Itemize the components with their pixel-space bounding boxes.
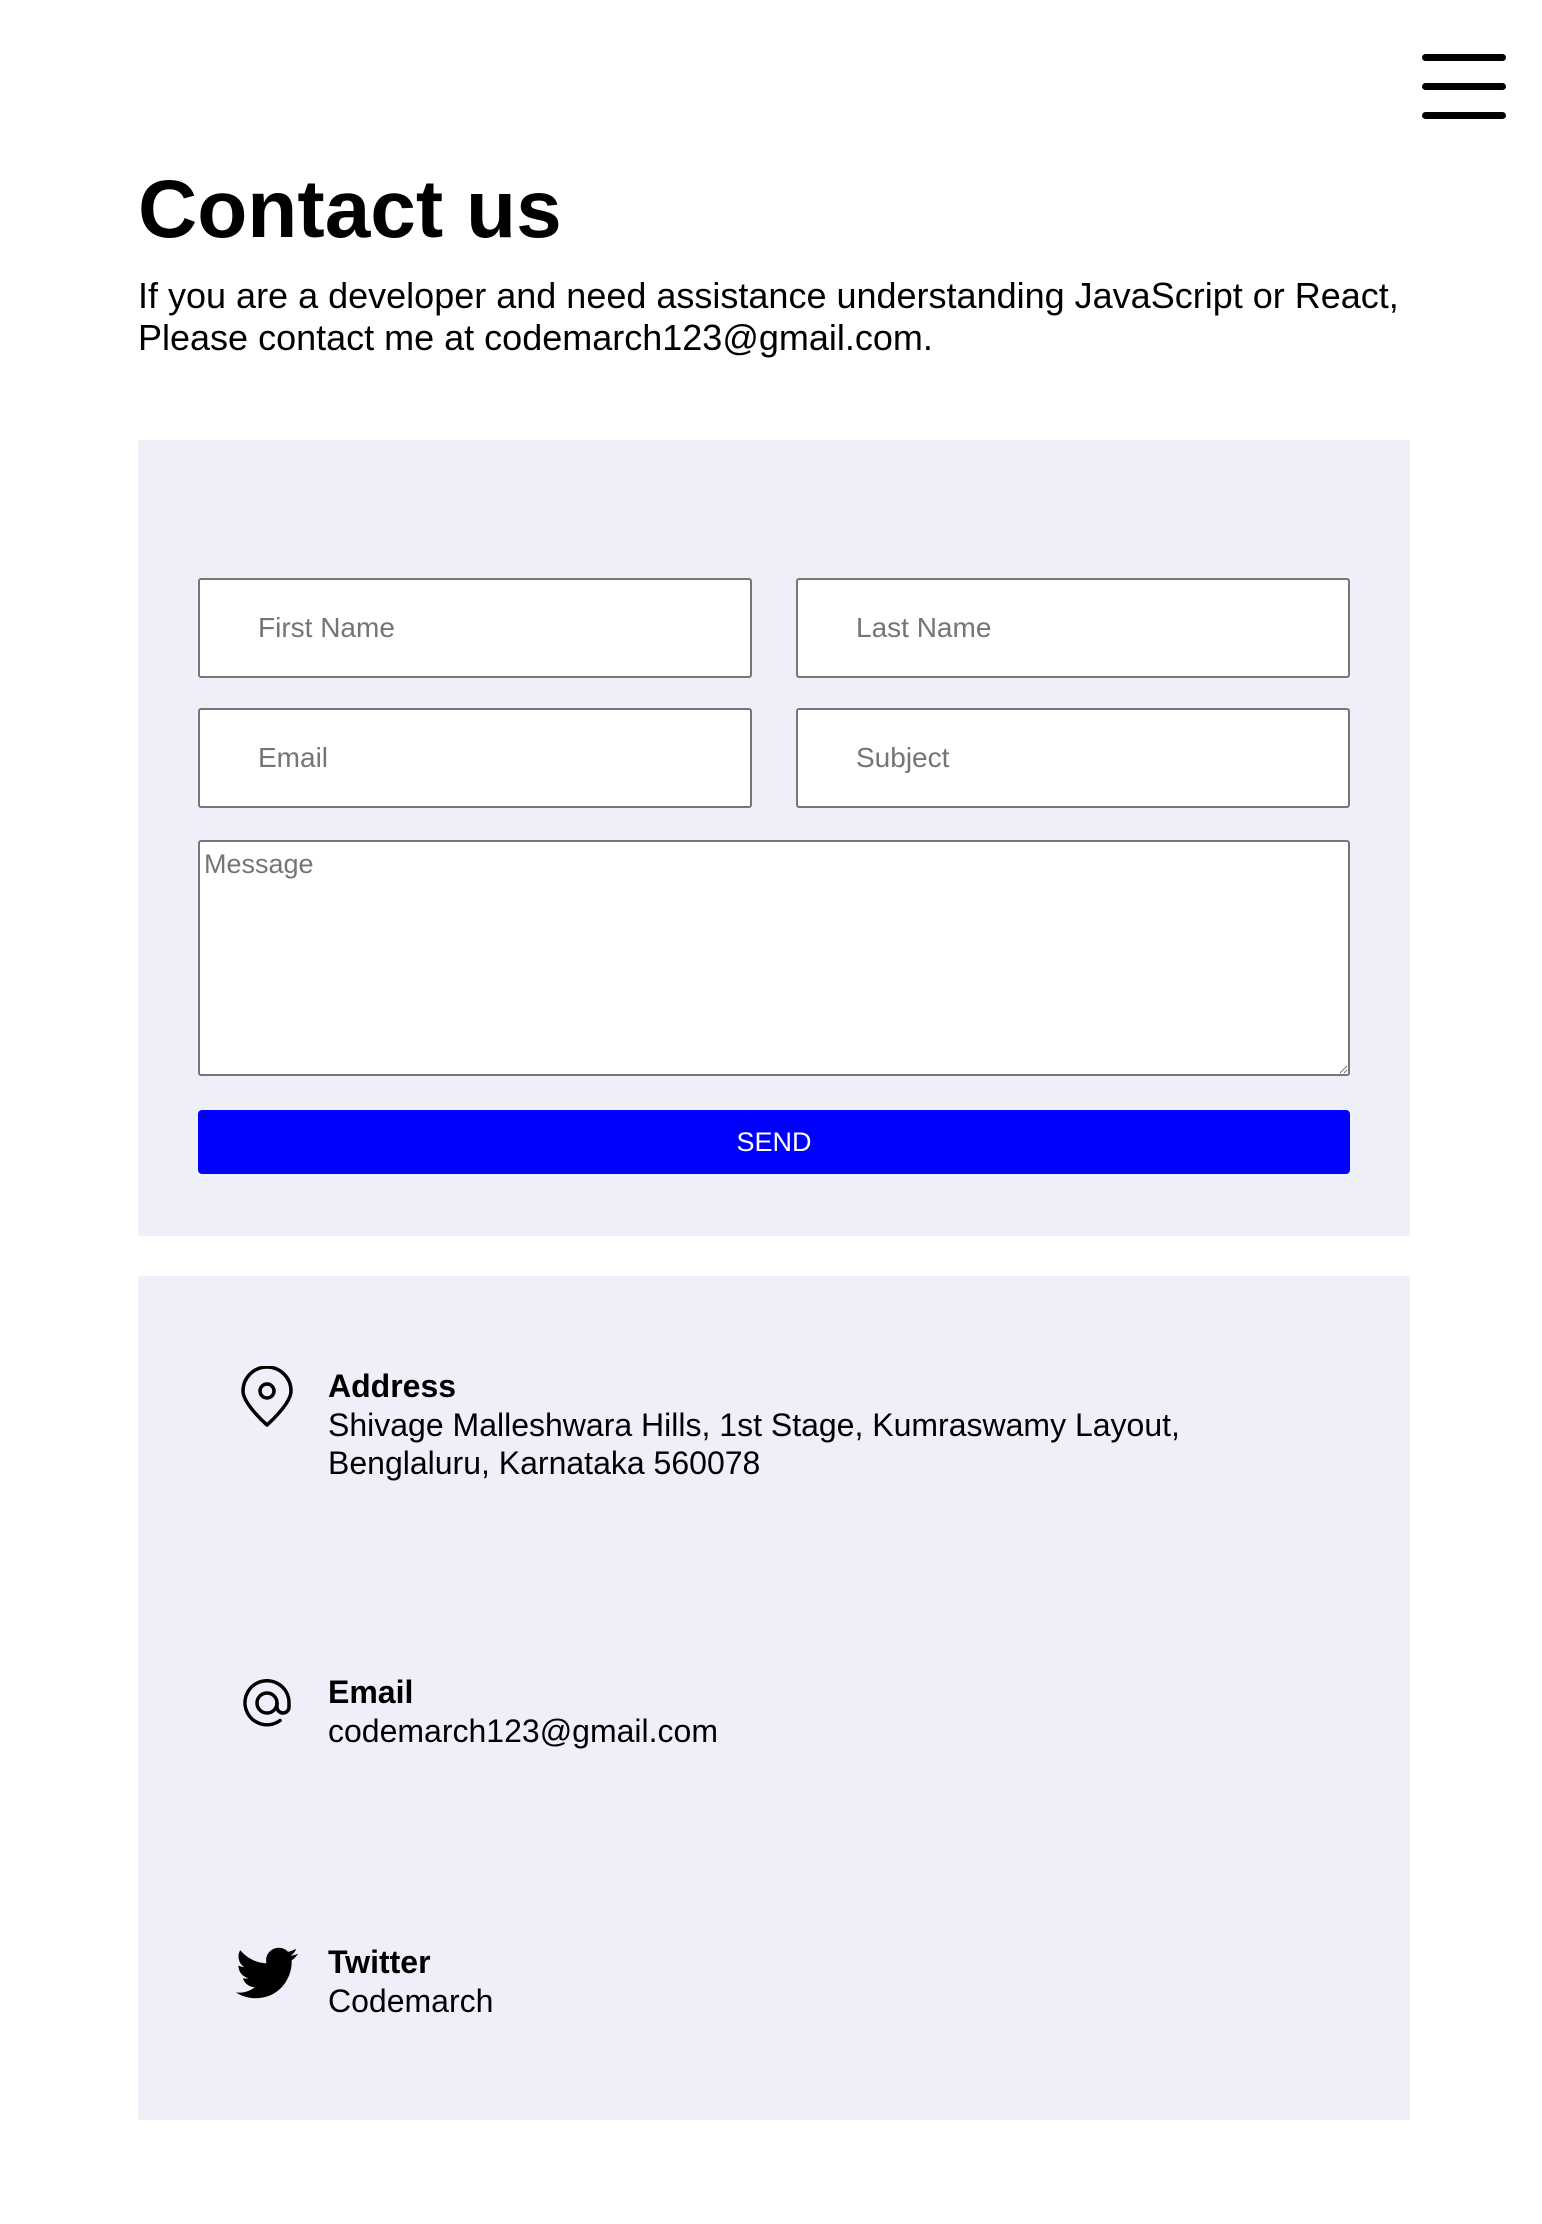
- page-title: Contact us: [138, 164, 562, 255]
- menu-bar-bottom: [1422, 112, 1506, 119]
- menu-bar-top: [1422, 54, 1506, 61]
- address-label: Address: [328, 1368, 457, 1404]
- contact-info-panel: Address Shivage Malleshwara Hills, 1st S…: [138, 1276, 1410, 2120]
- twitter-text: Twitter Codemarch: [328, 1942, 1378, 2020]
- address-text: Address Shivage Malleshwara Hills, 1st S…: [328, 1366, 1378, 1482]
- contact-form: SEND: [138, 440, 1410, 1236]
- twitter-icon: [236, 1942, 299, 2004]
- contact-page: Contact us If you are a developer and ne…: [0, 0, 1542, 2224]
- intro-line-1: If you are a developer and need assistan…: [138, 275, 1399, 316]
- first-name-field[interactable]: [198, 578, 752, 678]
- last-name-field[interactable]: [796, 578, 1350, 678]
- twitter-value: Codemarch: [328, 1983, 494, 2019]
- email-text: Email codemarch123@gmail.com: [328, 1672, 1378, 1750]
- email-field[interactable]: [198, 708, 752, 808]
- message-field[interactable]: [198, 840, 1350, 1076]
- send-button[interactable]: SEND: [198, 1110, 1350, 1174]
- subject-field[interactable]: [796, 708, 1350, 808]
- email-value: codemarch123@gmail.com: [328, 1713, 718, 1749]
- page-intro: If you are a developer and need assistan…: [138, 275, 1438, 359]
- email-label: Email: [328, 1674, 414, 1710]
- menu-bar-middle: [1422, 83, 1506, 90]
- at-sign-icon: [236, 1672, 298, 1734]
- intro-line-2: Please contact me at codemarch123@gmail.…: [138, 317, 933, 358]
- twitter-label: Twitter: [328, 1944, 431, 1980]
- hamburger-menu-icon[interactable]: [1422, 50, 1506, 122]
- map-pin-icon: [236, 1365, 298, 1428]
- address-value: Shivage Malleshwara Hills, 1st Stage, Ku…: [328, 1407, 1180, 1481]
